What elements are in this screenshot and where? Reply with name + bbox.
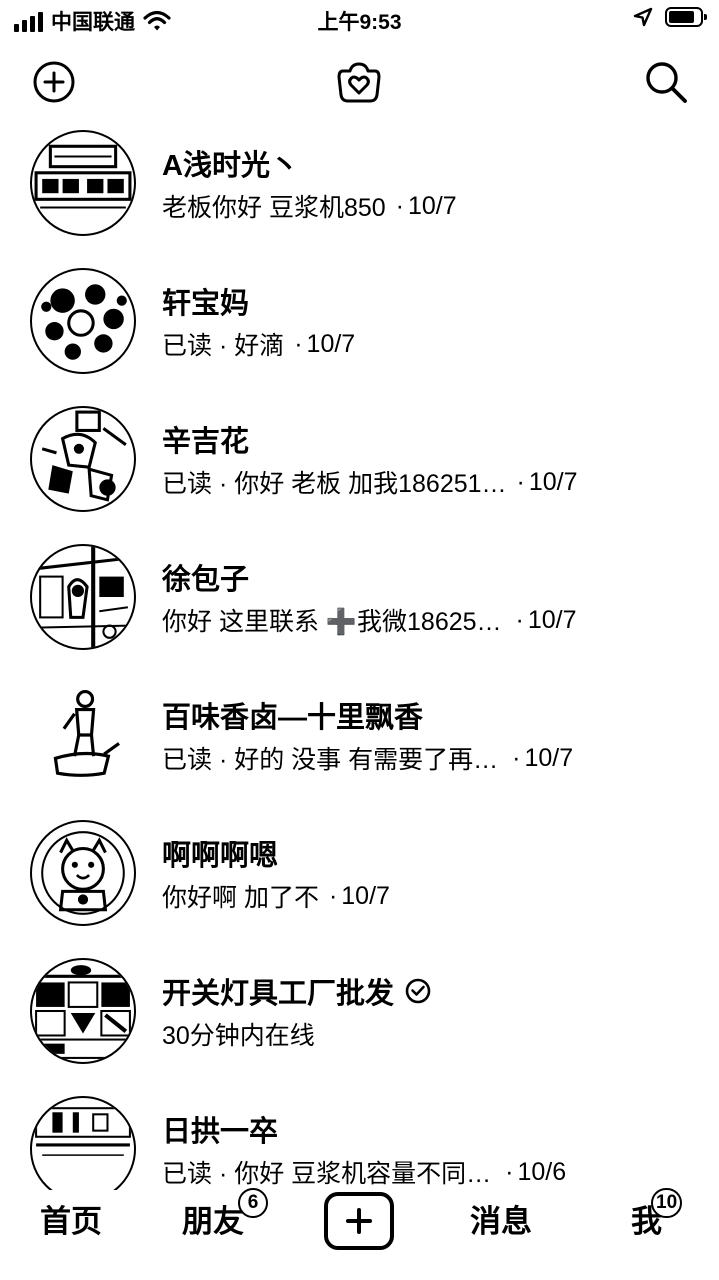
tab-home[interactable]: 首页: [40, 1200, 102, 1244]
conversation-item[interactable]: 百味香卤—十里飘香 已读 · 好的 没事 有需要了再… · 10/7: [0, 670, 719, 808]
message-preview: 30分钟内在线: [162, 1022, 315, 1050]
contact-name: 百味香卤—十里飘香: [162, 702, 424, 734]
separator-dot: ·: [294, 329, 303, 358]
message-date: 10/6: [517, 1157, 567, 1186]
avatar: [30, 1096, 136, 1190]
plus-icon: [346, 1208, 372, 1234]
avatar: [30, 682, 136, 788]
message-preview: 你好啊 加了不: [162, 884, 319, 912]
add-circle-icon: [33, 61, 75, 103]
bottom-tab-bar: 首页 朋友 6 消息 我 10: [0, 1188, 719, 1280]
post-button[interactable]: [324, 1192, 394, 1250]
contact-name: 辛吉花: [162, 426, 250, 458]
separator-dot: ·: [516, 467, 525, 496]
message-date: 10/7: [341, 881, 390, 910]
heart-bag-icon: [337, 62, 381, 103]
favorites-button[interactable]: [334, 57, 384, 107]
avatar: [30, 268, 136, 374]
contact-name: 日拱一卒: [162, 1116, 279, 1148]
verified-icon: [405, 978, 431, 1004]
top-toolbar: [0, 52, 719, 112]
me-badge: 10: [651, 1188, 683, 1218]
tab-messages-label: 消息: [470, 1204, 532, 1239]
separator-dot: ·: [505, 1157, 514, 1186]
search-button[interactable]: [641, 57, 691, 107]
message-date: 10/7: [528, 467, 578, 496]
contact-name: A浅时光丶: [162, 150, 299, 182]
message-preview: 已读 · 你好 老板 加我186251…: [162, 470, 507, 498]
search-icon: [646, 62, 687, 103]
avatar: [30, 406, 136, 512]
status-time: 上午9:53: [317, 11, 402, 34]
message-date: 10/7: [306, 329, 356, 358]
battery-icon: [665, 7, 707, 27]
conversation-item[interactable]: 开关灯具工厂批发 30分钟内在线: [0, 946, 719, 1084]
tab-messages[interactable]: 消息: [470, 1200, 532, 1244]
contact-name: 轩宝妈: [162, 288, 250, 320]
message-preview: 已读 · 好滴: [162, 332, 285, 360]
message-preview: 已读 · 好的 没事 有需要了再…: [162, 746, 499, 774]
separator-dot: ·: [395, 191, 404, 220]
separator-dot: ·: [515, 605, 524, 634]
message-date: 10/7: [527, 605, 577, 634]
message-preview: 你好 这里联系 ➕我微18625…: [162, 608, 502, 636]
location-arrow-icon: [633, 7, 653, 27]
add-circle-button[interactable]: [29, 57, 79, 107]
avatar: [30, 820, 136, 926]
friends-badge: 6: [238, 1188, 268, 1218]
message-preview: 老板你好 豆浆机850: [162, 194, 386, 222]
avatar: [30, 130, 136, 236]
status-bar: 中国联通 上午9:53: [0, 0, 719, 40]
contact-name: 开关灯具工厂批发: [162, 978, 395, 1010]
tab-home-label: 首页: [40, 1204, 102, 1239]
message-date: 10/7: [524, 743, 574, 772]
separator-dot: ·: [512, 743, 521, 772]
tab-friends-label: 朋友: [182, 1204, 244, 1239]
conversation-item[interactable]: 啊啊啊嗯 你好啊 加了不 · 10/7: [0, 808, 719, 946]
tab-me[interactable]: 我 10: [631, 1188, 683, 1244]
conversation-item[interactable]: 轩宝妈 已读 · 好滴 · 10/7: [0, 256, 719, 394]
avatar: [30, 544, 136, 650]
tab-friends[interactable]: 朋友 6: [182, 1188, 268, 1244]
conversation-item[interactable]: A浅时光丶 老板你好 豆浆机850 · 10/7: [0, 118, 719, 256]
message-date: 10/7: [408, 191, 457, 220]
message-preview: 已读 · 你好 豆浆机容量不同…: [162, 1160, 492, 1188]
contact-name: 啊啊啊嗯: [162, 840, 279, 872]
contact-name: 徐包子: [162, 564, 250, 596]
separator-dot: ·: [328, 881, 338, 910]
conversation-list: A浅时光丶 老板你好 豆浆机850 · 10/7 轩宝妈 已读 · 好滴 · 1…: [0, 118, 719, 1190]
conversation-item[interactable]: 徐包子 你好 这里联系 ➕我微18625… · 10/7: [0, 532, 719, 670]
conversation-item[interactable]: 日拱一卒 已读 · 你好 豆浆机容量不同… · 10/6: [0, 1084, 719, 1190]
conversation-item[interactable]: 辛吉花 已读 · 你好 老板 加我186251… · 10/7: [0, 394, 719, 532]
avatar: [30, 958, 136, 1064]
